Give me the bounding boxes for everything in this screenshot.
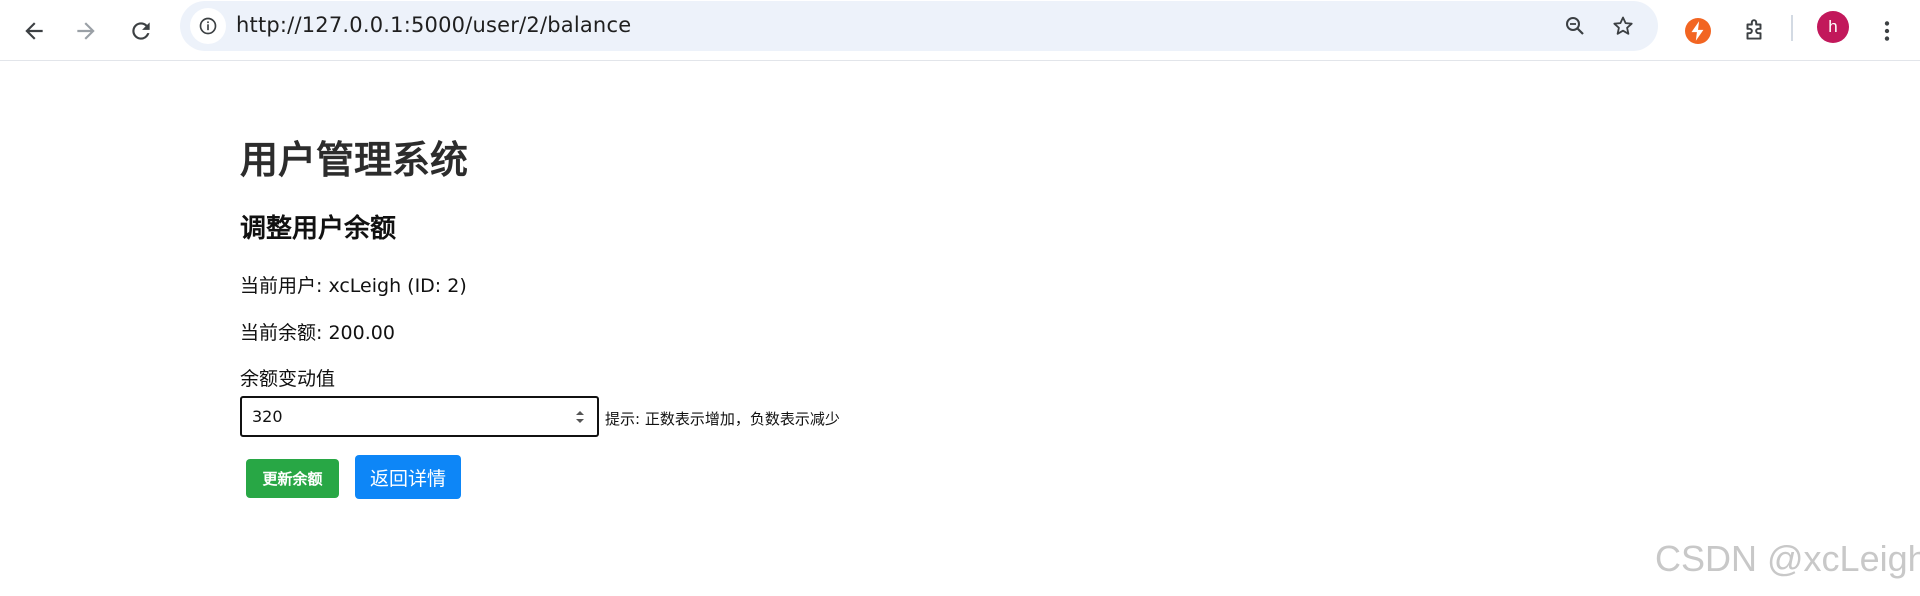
current-user-text: 当前用户: xcLeigh (ID: 2) — [240, 275, 467, 297]
section-title: 调整用户余额 — [240, 214, 397, 244]
csdn-watermark: CSDN @xcLeigh — [1655, 538, 1920, 579]
input-hint: 提示: 正数表示增加，负数表示减少 — [605, 410, 840, 428]
page-title: 用户管理系统 — [240, 138, 469, 182]
update-balance-button[interactable]: 更新余额 — [246, 459, 339, 498]
balance-change-label: 余额变动值 — [240, 368, 336, 390]
extension-icon[interactable] — [1674, 7, 1722, 55]
current-balance-text: 当前余额: 200.00 — [240, 322, 395, 344]
url-text[interactable]: http://127.0.0.1:5000/user/2/balance — [236, 13, 631, 37]
balance-change-value[interactable]: 320 — [252, 407, 283, 426]
number-spinner-icon[interactable] — [575, 409, 585, 425]
back-to-details-button[interactable]: 返回详情 — [355, 455, 461, 499]
site-info-icon[interactable] — [190, 8, 226, 44]
bookmark-star-icon[interactable] — [1604, 7, 1642, 45]
balance-change-input[interactable]: 320 — [240, 396, 599, 437]
toolbar-divider — [1791, 15, 1793, 41]
profile-avatar[interactable]: h — [1817, 11, 1849, 43]
address-bar[interactable]: http://127.0.0.1:5000/user/2/balance — [180, 1, 1658, 51]
browser-toolbar: http://127.0.0.1:5000/user/2/balance h — [0, 0, 1920, 61]
reload-icon[interactable] — [117, 7, 165, 55]
zoom-icon[interactable] — [1556, 7, 1594, 45]
menu-kebab-icon[interactable] — [1863, 7, 1911, 55]
extensions-puzzle-icon[interactable] — [1730, 7, 1778, 55]
forward-icon[interactable] — [62, 7, 110, 55]
back-icon[interactable] — [10, 7, 58, 55]
